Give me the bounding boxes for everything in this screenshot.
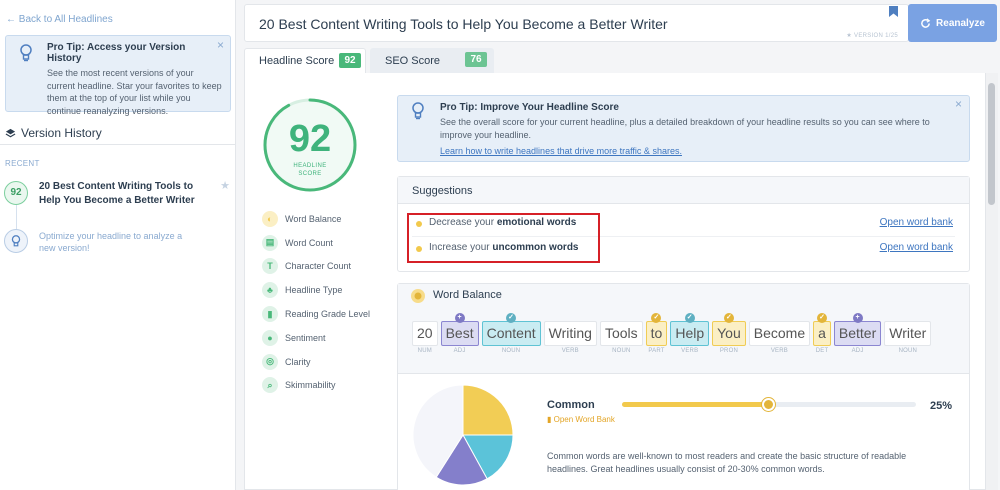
- history-score-badge: 92: [4, 181, 28, 205]
- nav-item[interactable]: ▮ Reading Grade Level: [262, 302, 370, 326]
- headline-type-icon: ♣: [262, 282, 278, 299]
- word-count-icon: ▤: [262, 234, 278, 251]
- headline-word: ✓ a DET: [813, 313, 831, 354]
- nav-item[interactable]: ◐ Word Balance: [262, 207, 370, 231]
- suggestions-title: Suggestions: [398, 177, 969, 204]
- check-icon: ✓: [684, 313, 695, 323]
- star-icon[interactable]: ★: [220, 179, 230, 192]
- clarity-icon: ◎: [262, 353, 278, 370]
- power-word-icon: +: [852, 313, 863, 323]
- word-balance-title: Word Balance: [433, 289, 502, 301]
- lightbulb-icon: [4, 229, 28, 253]
- history-item[interactable]: 92 20 Best Content Writing Tools to Help…: [4, 179, 230, 215]
- power-word-icon: +: [454, 313, 465, 323]
- common-words-meter: [622, 398, 916, 411]
- headline-word: ✓ Content NOUN: [481, 313, 541, 354]
- headline-score-label: HEADLINE SCORE: [293, 163, 327, 177]
- lightbulb-icon: [20, 44, 32, 62]
- word-balance-pie-chart: [412, 384, 514, 486]
- skimmability-icon: ⌕: [262, 377, 278, 394]
- headline-word: Become VERB: [748, 321, 811, 354]
- bookmark-icon[interactable]: [889, 6, 898, 17]
- version-indicator: ★ VERSION 1/25: [846, 33, 898, 39]
- headline-score-tip: × Pro Tip: Improve Your Headline Score S…: [397, 95, 970, 162]
- common-words-description: Common words are well-known to most read…: [547, 451, 907, 474]
- tab-headline-score[interactable]: Headline Score 92: [244, 48, 366, 73]
- common-words-meter-fill: [622, 402, 769, 407]
- nav-item[interactable]: ♣ Headline Type: [262, 278, 370, 302]
- character-count-icon: T: [262, 258, 278, 275]
- common-words-label: Common: [547, 399, 595, 411]
- reanalyze-button[interactable]: Reanalyze: [908, 4, 997, 42]
- common-words-meter-knob: [762, 398, 775, 411]
- open-word-bank-link[interactable]: Open word bank: [880, 217, 953, 228]
- check-icon: ✓: [723, 313, 734, 323]
- open-word-bank-link[interactable]: ▮ Open Word Bank: [547, 415, 615, 424]
- nav-item[interactable]: ● Sentiment: [262, 326, 370, 350]
- headline-word: 20 NUM: [412, 321, 438, 354]
- history-headline: 20 Best Content Writing Tools to Help Yo…: [39, 181, 195, 206]
- headline-word-breakdown: 20 NUM + Best ADJ ✓ Content NOUN Writing VERB Tool…: [412, 313, 932, 354]
- headline-word: Tools NOUN: [599, 321, 643, 354]
- tip-text: See the overall score for your current h…: [440, 117, 930, 140]
- headline-word: + Best ADJ: [440, 313, 479, 354]
- tip-title: Pro Tip: Improve Your Headline Score: [440, 102, 619, 113]
- learn-more-link[interactable]: Learn how to write headlines that drive …: [440, 146, 949, 156]
- sentiment-icon: ●: [262, 329, 278, 346]
- headline-word: ✓ You PRON: [712, 313, 746, 354]
- open-word-bank-link[interactable]: Open word bank: [880, 242, 953, 253]
- nav-item[interactable]: T Character Count: [262, 255, 370, 279]
- headline-word: ✓ Help VERB: [670, 313, 710, 354]
- check-icon: ✓: [817, 313, 827, 323]
- common-words-percent: 25%: [930, 400, 953, 412]
- lightbulb-icon: [412, 102, 424, 120]
- version-history-heading: Version History: [5, 126, 102, 140]
- close-icon[interactable]: ×: [955, 97, 962, 111]
- headline-score-value: 92: [288, 118, 332, 160]
- headline-score-badge: 92: [339, 53, 361, 68]
- layers-icon: [5, 128, 16, 137]
- word-balance-icon: [411, 289, 425, 306]
- headline-input[interactable]: 20 Best Content Writing Tools to Help Yo…: [259, 16, 668, 32]
- tip-title: Pro Tip: Access your Version History: [47, 42, 186, 64]
- pie-slice-common: [462, 384, 514, 436]
- score-nav: ◐ Word Balance ▤ Word Count T Character Count…: [262, 207, 370, 397]
- close-icon[interactable]: ×: [217, 38, 224, 52]
- tip-text: See the most recent versions of your cur…: [47, 68, 222, 116]
- nav-item[interactable]: ⌕ Skimmability: [262, 374, 370, 398]
- timeline-connector: [16, 205, 17, 229]
- divider: [0, 144, 236, 145]
- headline-input-bar: 20 Best Content Writing Tools to Help Yo…: [244, 4, 909, 42]
- headline-word: Writing VERB: [543, 321, 597, 354]
- suggestions-card: Suggestions Decrease your emotional word…: [397, 176, 970, 272]
- tab-seo-score[interactable]: SEO Score 76: [370, 48, 494, 73]
- nav-item[interactable]: ▤ Word Count: [262, 231, 370, 255]
- headline-word: + Better ADJ: [833, 313, 882, 354]
- version-sidebar: ← Back to All Headlines × Pro Tip: Acces…: [0, 0, 236, 490]
- back-to-headlines-link[interactable]: ← Back to All Headlines: [6, 14, 113, 25]
- highlight-annotation-box: [407, 213, 600, 263]
- headline-word: Writer NOUN: [884, 321, 932, 354]
- optimize-prompt: Optimize your headline to analyze a new …: [4, 229, 230, 257]
- recent-label: RECENT: [5, 159, 40, 168]
- nav-item[interactable]: ◎ Clarity: [262, 350, 370, 374]
- word-balance-icon: ◐: [262, 210, 278, 227]
- seo-score-badge: 76: [465, 52, 487, 67]
- scrollbar[interactable]: [986, 73, 998, 490]
- reading-grade-icon: ▮: [262, 306, 278, 323]
- headline-word: ✓ to PART: [645, 313, 668, 354]
- version-history-tip: × Pro Tip: Access your Version History S…: [5, 35, 231, 116]
- refresh-icon: [921, 17, 931, 28]
- optimize-text: Optimize your headline to analyze a new …: [39, 231, 183, 253]
- scroll-thumb[interactable]: [988, 83, 995, 205]
